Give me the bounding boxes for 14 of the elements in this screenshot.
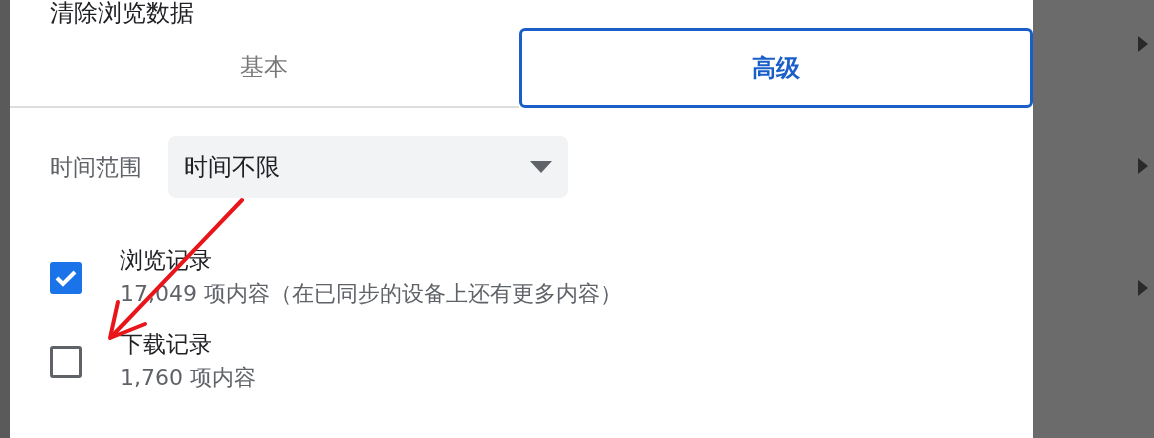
tab[interactable]: 基本 bbox=[10, 28, 519, 108]
expand-arrow-icon[interactable] bbox=[1138, 36, 1148, 52]
time-range-dropdown[interactable]: 时间不限 bbox=[168, 136, 568, 198]
dropdown-caret-icon bbox=[530, 161, 552, 173]
time-range-label: 时间范围 bbox=[50, 152, 142, 182]
tab[interactable]: 高级 bbox=[518, 28, 1033, 108]
checkbox[interactable] bbox=[50, 346, 82, 378]
item-title: 下载记录 bbox=[120, 330, 213, 359]
expand-arrow-icon[interactable] bbox=[1138, 280, 1148, 296]
checkmark-icon bbox=[55, 269, 77, 287]
item-detail: 1,760 项内容 bbox=[120, 364, 256, 392]
checkbox[interactable] bbox=[50, 262, 82, 294]
expand-arrow-icon[interactable] bbox=[1138, 158, 1148, 174]
dialog-title: 清除浏览数据 bbox=[50, 0, 194, 28]
